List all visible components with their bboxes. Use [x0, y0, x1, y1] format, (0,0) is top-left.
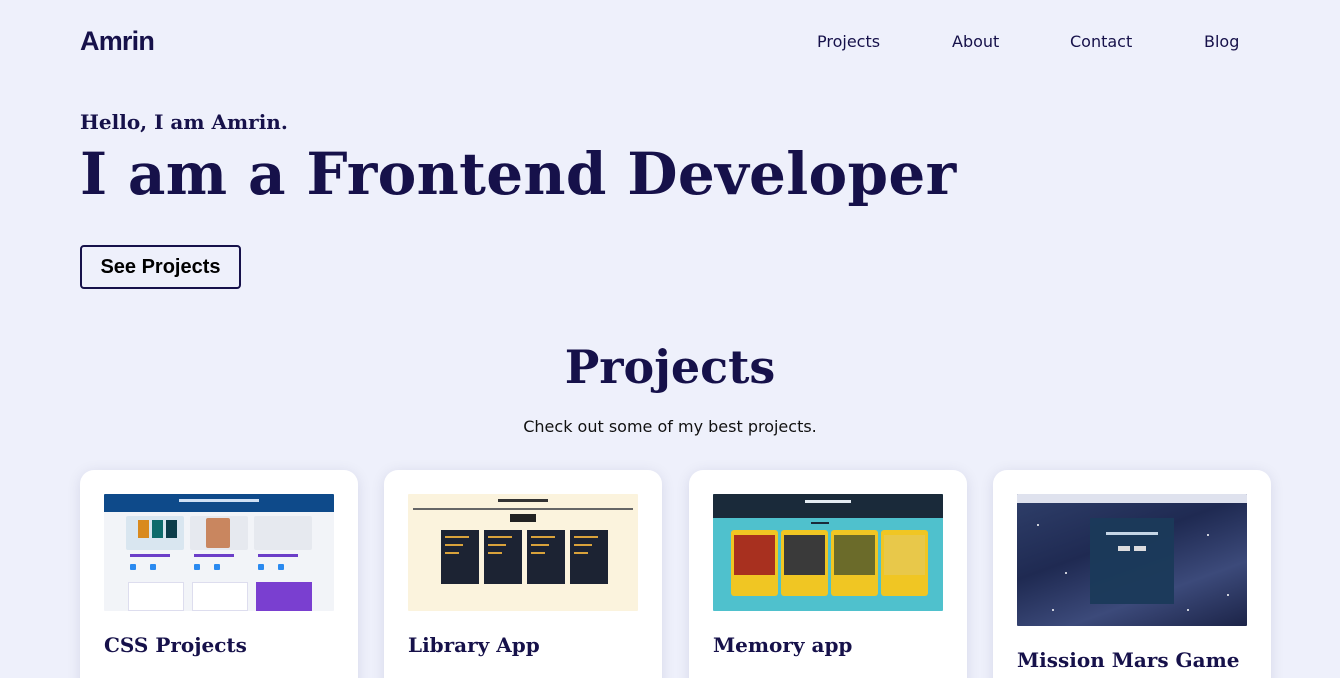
nav-link-blog[interactable]: Blog — [1204, 32, 1239, 51]
project-card-mission-mars[interactable]: Mission Mars Game — [993, 470, 1271, 678]
see-projects-button[interactable]: See Projects — [80, 245, 241, 289]
memory-app-thumbnail — [713, 494, 943, 611]
projects-section-subtitle: Check out some of my best projects. — [523, 417, 817, 436]
mission-mars-thumbnail — [1017, 494, 1247, 626]
project-card-css-projects[interactable]: CSS Projects — [80, 470, 358, 678]
project-card-library-app[interactable]: Library App — [384, 470, 662, 678]
css-projects-thumbnail — [104, 494, 334, 611]
project-card-title[interactable]: Library App — [408, 633, 638, 657]
hero-greeting: Hello, I am Amrin. — [80, 110, 288, 134]
hero-headline: I am a Frontend Developer — [80, 140, 957, 208]
nav-link-about[interactable]: About — [952, 32, 999, 51]
project-card-title[interactable]: CSS Projects — [104, 633, 334, 657]
main-nav: Projects About Contact Blog — [0, 32, 1340, 54]
nav-link-contact[interactable]: Contact — [1070, 32, 1132, 51]
nav-link-projects[interactable]: Projects — [817, 32, 880, 51]
project-card-title[interactable]: Mission Mars Game — [1017, 648, 1247, 672]
project-card-memory-app[interactable]: Memory app — [689, 470, 967, 678]
library-app-thumbnail — [408, 494, 638, 611]
projects-section-title: Projects — [564, 340, 776, 394]
project-card-title[interactable]: Memory app — [713, 633, 943, 657]
